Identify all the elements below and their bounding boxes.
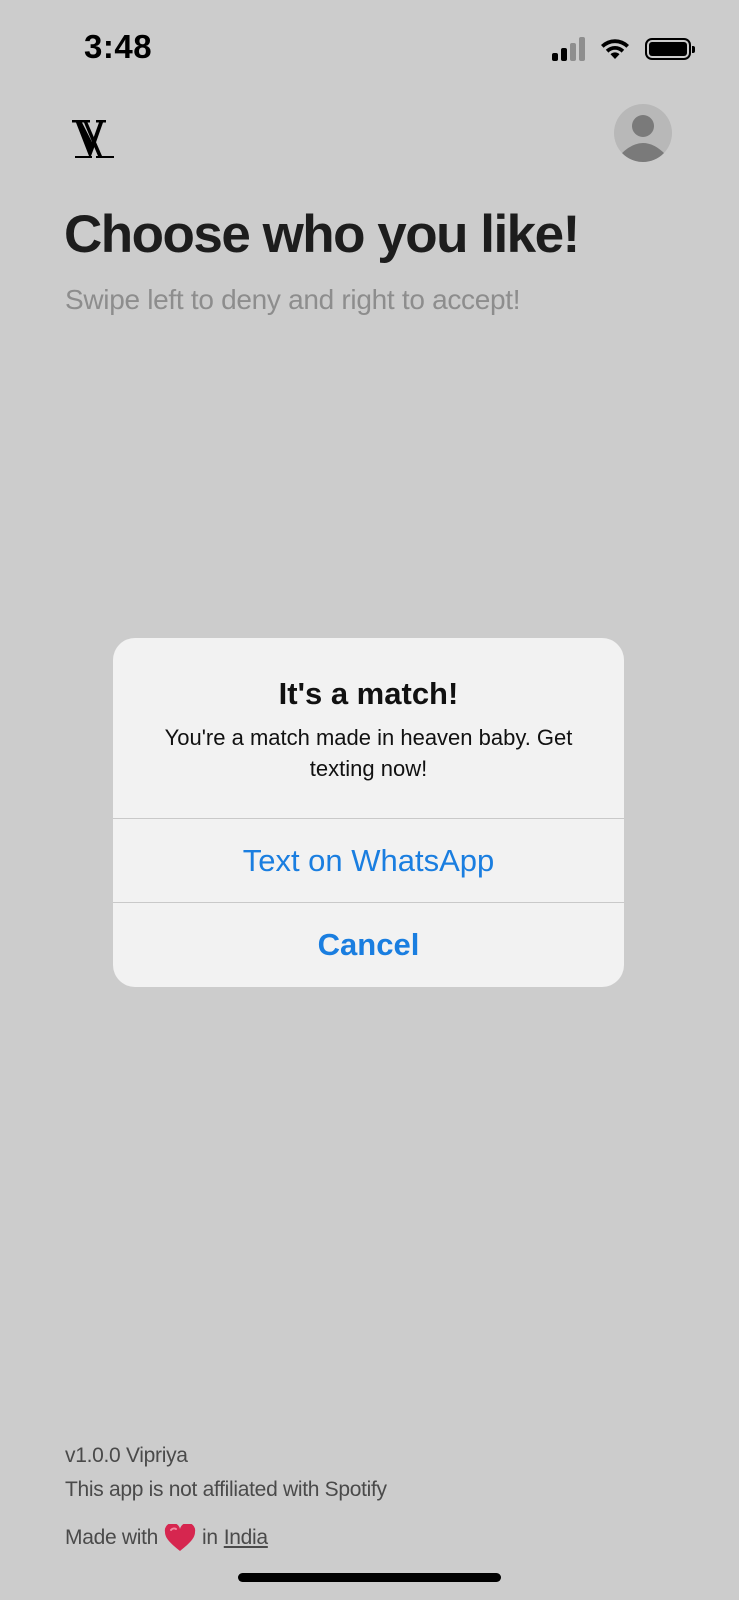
profile-avatar-icon[interactable] (614, 104, 672, 162)
version-text: v1.0.0 Vipriya (65, 1444, 188, 1467)
made-with-line: Made with in India (65, 1522, 268, 1552)
status-time: 3:48 (84, 28, 153, 65)
home-indicator[interactable] (238, 1573, 501, 1582)
alert-message: You're a match made in heaven baby. Get … (164, 725, 573, 781)
signal-icon (552, 37, 585, 61)
page-subtitle: Swipe left to deny and right to accept! (65, 284, 521, 315)
alert-title: It's a match! (278, 676, 459, 711)
wifi-icon (601, 39, 629, 59)
match-alert-dialog: It's a match! You're a match made in hea… (113, 638, 624, 987)
made-with-prefix: Made with (65, 1526, 159, 1549)
page-title: Choose who you like! (64, 205, 580, 264)
status-bar: 3:48 (0, 0, 739, 100)
cancel-button[interactable]: Cancel (113, 903, 624, 986)
alert-body: It's a match! You're a match made in hea… (113, 638, 624, 818)
india-link[interactable]: India (224, 1526, 268, 1550)
disclaimer-text: This app is not affiliated with Spotify (65, 1478, 387, 1501)
made-with-in: in (202, 1526, 218, 1549)
vipriya-logo-icon[interactable] (70, 116, 118, 164)
heart-icon (164, 1522, 196, 1552)
status-icons (552, 36, 695, 62)
battery-icon (645, 38, 695, 60)
text-on-whatsapp-button[interactable]: Text on WhatsApp (113, 819, 624, 902)
